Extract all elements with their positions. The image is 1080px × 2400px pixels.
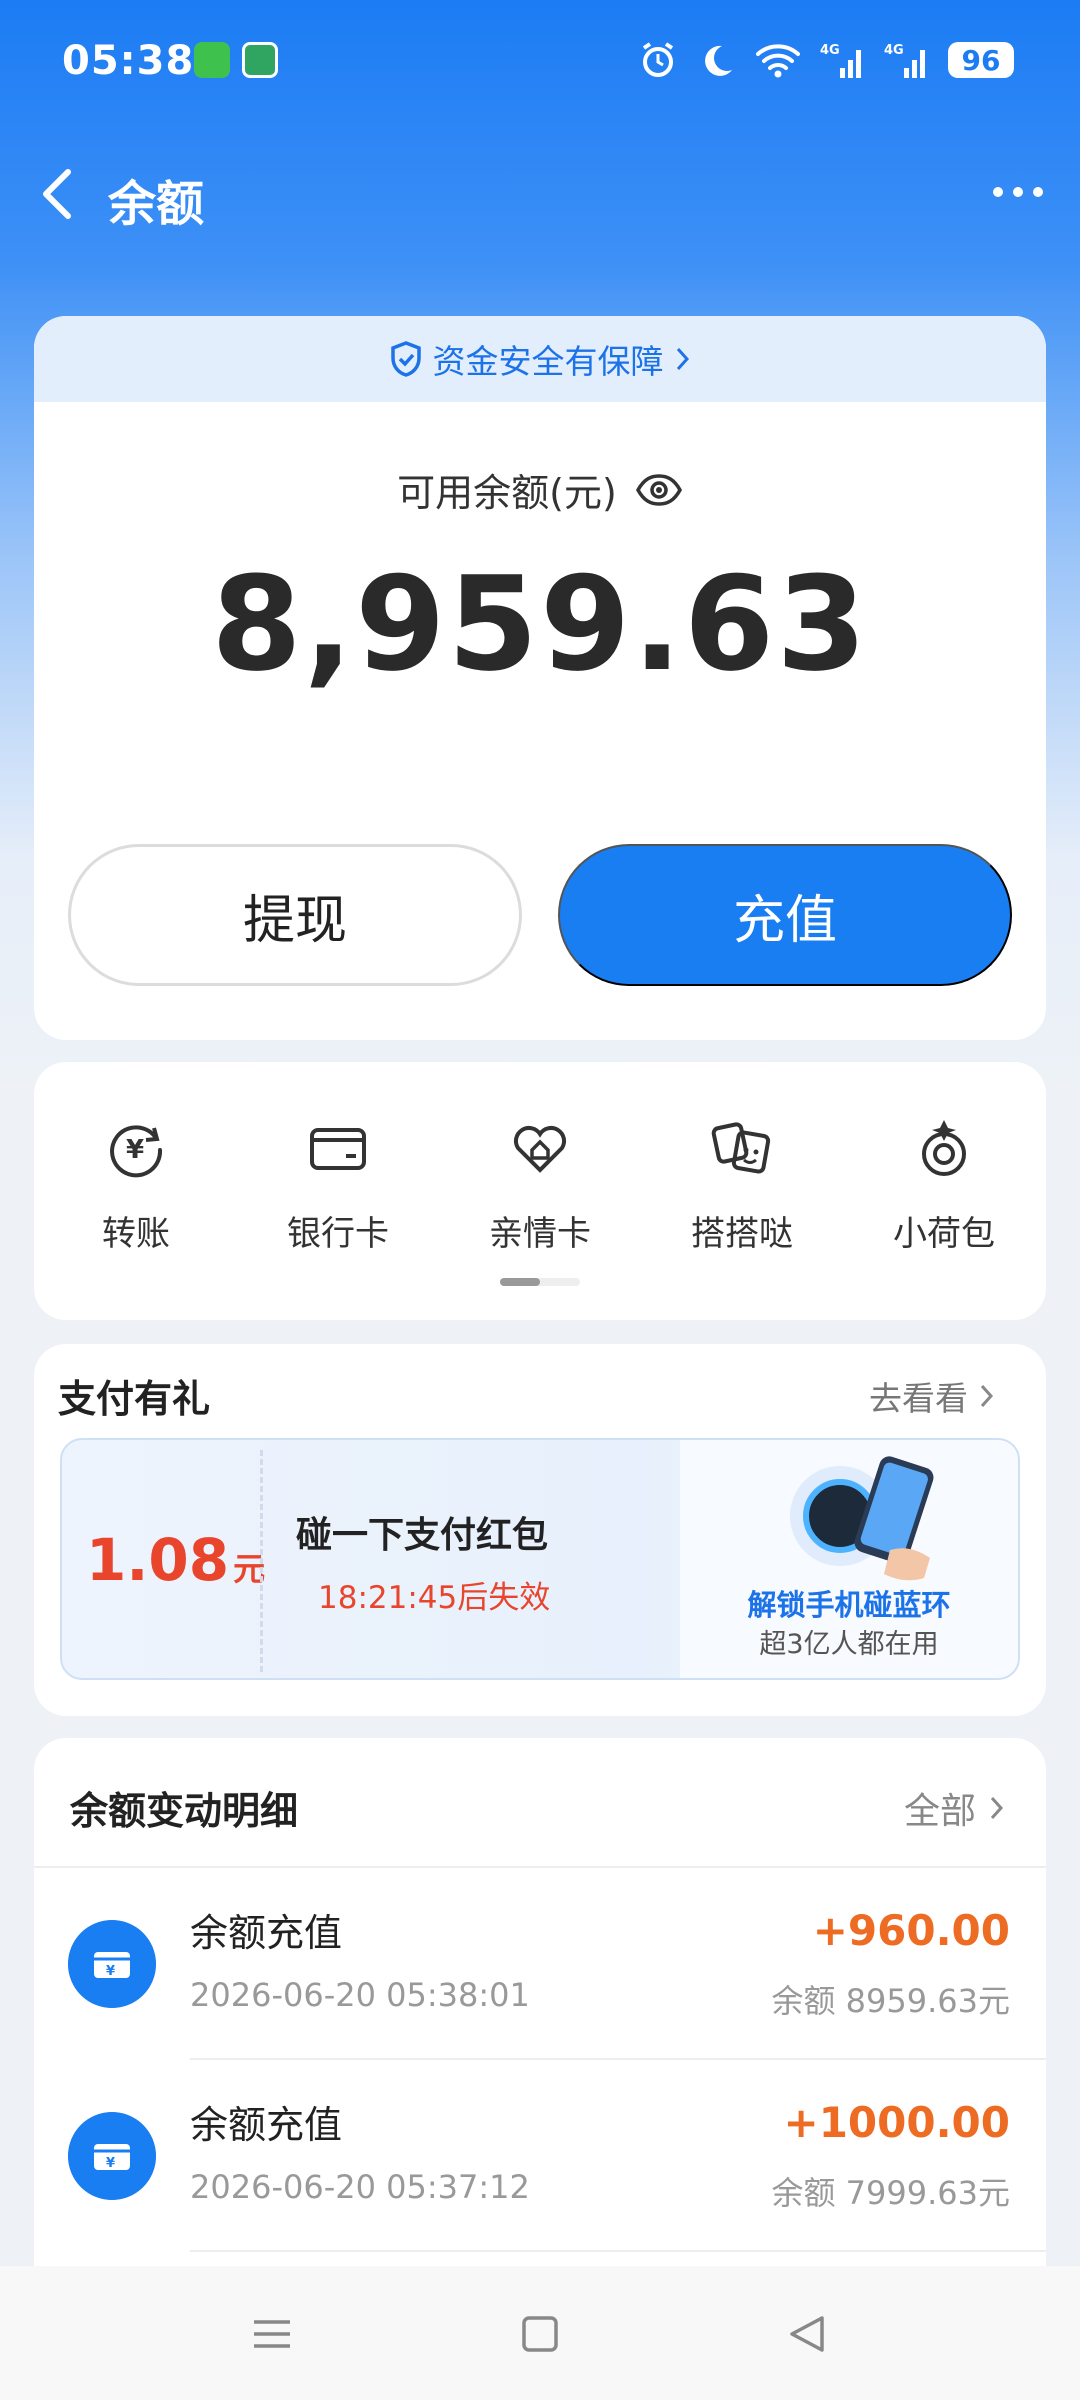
coupon-visual: 解锁手机碰蓝环 超3亿人都在用 <box>680 1440 1018 1678</box>
chevron-left-icon[interactable] <box>34 164 82 224</box>
transaction-name: 余额充值 <box>190 1911 343 1955</box>
transaction-name: 余额充值 <box>190 2103 343 2147</box>
chevron-right-icon <box>990 1796 1004 1820</box>
promo-title: 支付有礼 <box>58 1377 211 1421</box>
menu-icon[interactable] <box>240 2302 304 2366</box>
action-purse[interactable]: 小荷包 <box>864 1116 1024 1255</box>
grain-app-icon <box>242 42 278 78</box>
safety-banner[interactable]: 资金安全有保障 <box>34 316 1046 402</box>
alarm-icon <box>642 42 674 77</box>
transaction-time: 2026-06-20 05:37:12 <box>190 2168 530 2206</box>
red-packet-coupon[interactable]: 1.08 元 碰一下支付红包 18:21:45后失效 解锁手机碰蓝环 超3亿人都… <box>60 1438 1020 1680</box>
svg-text:4G: 4G <box>820 43 840 58</box>
coupon-visual-subtitle: 超3亿人都在用 <box>759 1629 939 1660</box>
balance-label-row: 可用余额(元) <box>34 462 1046 517</box>
moon-icon <box>705 45 732 76</box>
svg-text:¥: ¥ <box>106 2156 115 2171</box>
promo-card: 支付有礼 去看看 1.08 元 碰一下支付红包 18:21:45后失效 解锁手机… <box>34 1344 1046 1716</box>
action-label: 亲情卡 <box>489 1214 591 1254</box>
action-label: 搭搭哒 <box>691 1214 793 1254</box>
coupon-amount: 1.08 元 <box>86 1526 265 1594</box>
balance-card: 资金安全有保障 可用余额(元) 8,959.63 提现 充值 <box>34 316 1046 1040</box>
coupon-visual-title: 解锁手机碰蓝环 <box>747 1588 951 1622</box>
action-family-card[interactable]: 亲情卡 <box>460 1116 620 1255</box>
coupon-name: 碰一下支付红包 <box>296 1515 549 1556</box>
transactions-all-link[interactable]: 全部 <box>904 1782 1006 1834</box>
transaction-amount: +1000.00 <box>783 2098 1011 2147</box>
transactions-title: 余额变动明细 <box>70 1789 299 1833</box>
transaction-time: 2026-06-20 05:38:01 <box>190 1976 530 2014</box>
action-transfer[interactable]: ¥ 转账 <box>56 1116 216 1255</box>
transaction-balance: 余额 7999.63元 <box>771 2174 1010 2212</box>
balance-label: 可用余额(元) <box>397 471 617 515</box>
scroll-indicator <box>500 1278 580 1286</box>
wifi-icon <box>756 44 800 78</box>
phone-tap-illustration <box>790 1456 934 1581</box>
coupon-divider <box>260 1450 263 1672</box>
transaction-balance: 余额 8959.63元 <box>771 1982 1010 2020</box>
transactions-all-label: 全部 <box>903 1791 976 1832</box>
promo-more-label: 去看看 <box>869 1379 968 1418</box>
home-square-icon[interactable] <box>508 2302 572 2366</box>
transactions-header: 余额变动明细 全部 <box>34 1738 1046 1868</box>
status-icons: 4G 4G 96 <box>638 40 1014 80</box>
transaction-row[interactable]: ¥ 余额充值 2026-06-20 05:37:12 +1000.00 余额 7… <box>68 2060 1046 2252</box>
recharge-button[interactable]: 充值 <box>558 844 1012 986</box>
promo-more-link[interactable]: 去看看 <box>869 1372 996 1420</box>
signal-4g-icon: 4G <box>884 43 925 78</box>
action-bank-card[interactable]: 银行卡 <box>258 1116 418 1255</box>
action-label: 小荷包 <box>893 1214 995 1254</box>
action-dadada[interactable]: 搭搭哒 <box>662 1116 822 1255</box>
back-triangle-icon[interactable] <box>776 2302 840 2366</box>
purse-icon <box>922 1120 966 1176</box>
system-nav-bar <box>0 2266 1080 2400</box>
transfer-yuan-icon: ¥ <box>110 1125 163 1178</box>
svg-text:¥: ¥ <box>106 1964 115 1979</box>
coupon-amount-value: 1.08 <box>86 1526 230 1594</box>
cards-icon <box>711 1122 771 1174</box>
page-title: 余额 <box>108 176 205 232</box>
message-app-icon <box>194 42 230 78</box>
balance-amount: 8,959.63 <box>211 548 869 700</box>
chevron-right-icon <box>676 347 689 371</box>
bank-card-icon <box>310 1128 366 1170</box>
transaction-row[interactable]: ¥ 余额充值 2026-06-20 05:38:01 +960.00 余额 89… <box>68 1868 1046 2060</box>
recharge-card-icon: ¥ <box>68 2112 156 2200</box>
action-label: 银行卡 <box>287 1214 389 1254</box>
withdraw-button[interactable]: 提现 <box>68 844 522 986</box>
shield-check-icon <box>390 341 421 377</box>
recharge-card-icon: ¥ <box>68 1920 156 2008</box>
family-card-icon <box>514 1126 566 1173</box>
battery-icon: 96 <box>948 42 1014 78</box>
transactions-card: 余额变动明细 全部 ¥ 余额充值 2026-06-20 05:38:01 +96… <box>34 1738 1046 2278</box>
quick-actions-card: ¥ 转账 银行卡 亲情卡 搭搭哒 小荷包 <box>34 1062 1046 1320</box>
chevron-right-icon <box>980 1384 994 1408</box>
action-label: 转账 <box>102 1214 170 1254</box>
header: 余额 <box>0 150 1080 240</box>
status-bar: 05:38 4G 4G 96 <box>0 0 1080 120</box>
eye-icon[interactable] <box>635 473 683 507</box>
coupon-expire: 18:21:45后失效 <box>318 1580 551 1616</box>
signal-4g-icon: 4G <box>820 43 861 78</box>
status-time: 05:38 <box>62 38 195 84</box>
safety-text: 资金安全有保障 <box>432 342 664 381</box>
svg-text:4G: 4G <box>884 43 904 58</box>
more-dots-icon[interactable] <box>990 180 1046 204</box>
svg-text:¥: ¥ <box>126 1135 144 1165</box>
transaction-amount: +960.00 <box>812 1906 1010 1955</box>
